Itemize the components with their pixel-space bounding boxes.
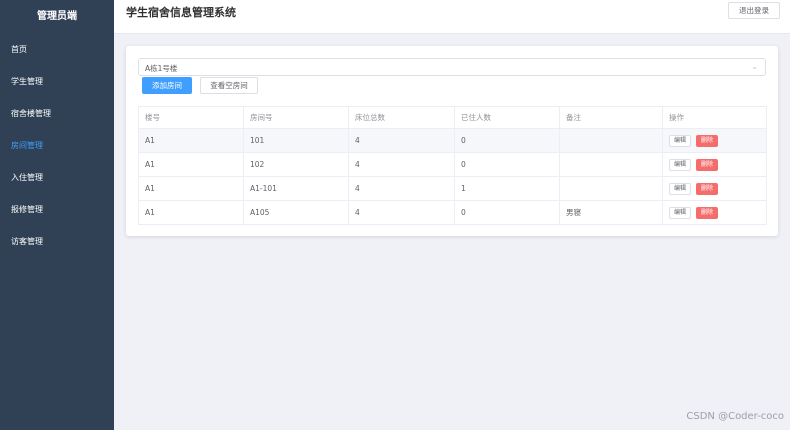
- header: 学生宿舍信息管理系统 退出登录: [114, 0, 790, 34]
- sidebar-item-checkin[interactable]: 入住管理: [0, 162, 114, 194]
- sidebar-brand: 管理员端: [37, 11, 77, 22]
- column-header: 已住人数: [454, 106, 560, 129]
- cell-bed-total: 4: [348, 152, 455, 177]
- sidebar-item-home[interactable]: 首页: [0, 34, 114, 66]
- watermark: CSDN @Coder-coco: [686, 411, 784, 422]
- cell-actions: 编辑 删除: [662, 200, 767, 225]
- add-room-button[interactable]: 添加房间: [142, 77, 192, 94]
- cell-room-number: 101: [243, 128, 349, 153]
- cell-room-number: 102: [243, 152, 349, 177]
- rooms-table: 楼号 房间号 床位总数 已住人数 备注 操作 A1 101 4 0 编辑 删除 A…: [138, 106, 767, 225]
- building-select-value: A栋1号楼: [145, 64, 178, 73]
- cell-remark: [559, 128, 663, 153]
- view-empty-rooms-button[interactable]: 查看空房间: [200, 77, 258, 94]
- delete-button[interactable]: 删除: [696, 134, 719, 147]
- room-card: A栋1号楼 ⌄ 添加房间 查看空房间 楼号 房间号 床位总数 已住人数 备注 操…: [126, 46, 778, 236]
- table-row: A1 102 4 0 编辑 删除: [138, 152, 767, 177]
- sidebar: 管理员端 首页 学生管理 宿舍楼管理 房间管理 入住管理 报修管理 访客管理: [0, 0, 114, 430]
- cell-occupied: 0: [454, 128, 560, 153]
- cell-remark: 男寝: [559, 200, 663, 225]
- sidebar-item-visitors[interactable]: 访客管理: [0, 226, 114, 258]
- sidebar-item-buildings[interactable]: 宿舍楼管理: [0, 98, 114, 130]
- column-header: 操作: [662, 106, 767, 129]
- sidebar-item-rooms[interactable]: 房间管理: [0, 130, 114, 162]
- delete-button[interactable]: 删除: [696, 206, 719, 219]
- cell-actions: 编辑 删除: [662, 176, 767, 201]
- delete-button[interactable]: 删除: [696, 182, 719, 195]
- column-header: 楼号: [138, 106, 244, 129]
- sidebar-item-students[interactable]: 学生管理: [0, 66, 114, 98]
- cell-bed-total: 4: [348, 128, 455, 153]
- page-title: 学生宿舍信息管理系统: [126, 6, 236, 19]
- cell-room-number: A105: [243, 200, 349, 225]
- edit-button[interactable]: 编辑: [669, 182, 692, 195]
- table-row: A1 A1-101 4 1 编辑 删除: [138, 176, 767, 201]
- column-header: 床位总数: [348, 106, 455, 129]
- cell-building: A1: [138, 176, 244, 201]
- cell-occupied: 0: [454, 152, 560, 177]
- column-header: 备注: [559, 106, 663, 129]
- cell-remark: [559, 176, 663, 201]
- table-row: A1 A105 4 0 男寝 编辑 删除: [138, 200, 767, 225]
- cell-room-number: A1-101: [243, 176, 349, 201]
- cell-building: A1: [138, 200, 244, 225]
- building-select[interactable]: A栋1号楼 ⌄: [138, 58, 766, 76]
- cell-actions: 编辑 删除: [662, 152, 767, 177]
- edit-button[interactable]: 编辑: [669, 134, 692, 147]
- cell-occupied: 1: [454, 176, 560, 201]
- cell-occupied: 0: [454, 200, 560, 225]
- cell-building: A1: [138, 128, 244, 153]
- table-row: A1 101 4 0 编辑 删除: [138, 128, 767, 153]
- edit-button[interactable]: 编辑: [669, 206, 692, 219]
- cell-remark: [559, 152, 663, 177]
- column-header: 房间号: [243, 106, 349, 129]
- edit-button[interactable]: 编辑: [669, 158, 692, 171]
- cell-building: A1: [138, 152, 244, 177]
- cell-bed-total: 4: [348, 200, 455, 225]
- cell-bed-total: 4: [348, 176, 455, 201]
- delete-button[interactable]: 删除: [696, 158, 719, 171]
- cell-actions: 编辑 删除: [662, 128, 767, 153]
- chevron-down-icon: ⌄: [751, 62, 758, 71]
- logout-button[interactable]: 退出登录: [728, 2, 780, 19]
- sidebar-item-repairs[interactable]: 报修管理: [0, 194, 114, 226]
- table-header-row: 楼号 房间号 床位总数 已住人数 备注 操作: [138, 106, 767, 129]
